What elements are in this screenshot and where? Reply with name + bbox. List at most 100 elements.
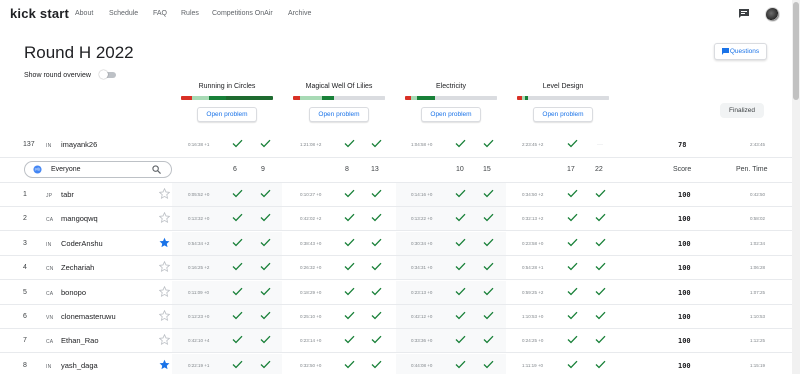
check-icon [595, 213, 606, 222]
star-icon[interactable] [159, 237, 170, 248]
my-row: 137 IN imayank26 0:16:38 +1 1:21:08 +2 1:04:5… [0, 133, 792, 157]
rank: 137 [23, 141, 35, 148]
solve-time: 0:23:13 +0 [411, 290, 433, 295]
check-icon [232, 213, 243, 222]
country-code: CA [46, 291, 54, 297]
star-icon[interactable] [158, 260, 171, 272]
solve-time: 0:25:10 +0 [300, 314, 322, 319]
country-code: CN [46, 266, 54, 272]
username[interactable]: yash_daga [61, 361, 98, 370]
stats-bar-segment [300, 96, 323, 100]
points-header: 15 [483, 166, 491, 173]
score: 100 [678, 215, 691, 223]
check-icon [483, 213, 494, 222]
rank: 4 [23, 264, 27, 271]
chat-icon[interactable] [739, 9, 749, 18]
penalty-time: 1:15:19 [749, 363, 765, 368]
solve-time: 0:24:25 +0 [522, 338, 544, 343]
scroll-thumb[interactable] [793, 2, 799, 100]
nav-faq[interactable]: FAQ [153, 10, 167, 17]
problem-stats-bar [405, 96, 497, 100]
check-icon [344, 360, 355, 369]
participant-filter[interactable]: Everyone [24, 161, 172, 178]
open-problem-button[interactable]: Open problem [197, 107, 257, 122]
solve-time: 0:13:32 +0 [188, 216, 210, 221]
star-icon[interactable] [159, 359, 170, 370]
solve-time: 0:16:38 +1 [188, 142, 210, 147]
check-icon [344, 335, 355, 344]
check-icon [483, 335, 494, 344]
score: 100 [678, 240, 691, 248]
problem-stats-bar [293, 96, 385, 100]
username[interactable]: Zechariah [61, 263, 94, 272]
username[interactable]: imayank26 [61, 140, 97, 149]
solve-time: 0:22:19 +1 [188, 363, 210, 368]
star-icon[interactable] [158, 211, 171, 223]
solve-time: 0:05:52 +0 [188, 192, 210, 197]
brand-logo[interactable]: kick start [10, 6, 69, 21]
problem-name: Level Design [542, 83, 584, 90]
problem-card: Magical Well Of Lilies Open problem [293, 80, 385, 126]
star-icon[interactable] [158, 285, 171, 297]
rank: 1 [23, 191, 27, 198]
score-header: Score [673, 166, 692, 173]
username[interactable]: clonemasteruwu [61, 312, 116, 321]
stats-bar-segment [528, 96, 609, 100]
stats-bar-segment [181, 96, 193, 100]
solve-time: 1:11:19 +0 [522, 363, 544, 368]
avatar[interactable] [765, 7, 780, 22]
solve-time: 0:10:27 +0 [300, 192, 322, 197]
page-scrollbar[interactable] [792, 0, 800, 374]
check-icon [595, 238, 606, 247]
solve-time: 0:12:23 +0 [188, 314, 210, 319]
star-icon[interactable] [158, 187, 171, 199]
nav-rules[interactable]: Rules [181, 10, 199, 17]
solve-time: 0:23:58 +0 [522, 241, 544, 246]
stats-bar-segment [208, 96, 227, 100]
check-icon [344, 287, 355, 296]
nav-about[interactable]: About [75, 10, 93, 17]
check-icon [595, 262, 606, 271]
points-header: 6 [233, 166, 237, 173]
check-icon [344, 189, 355, 198]
username[interactable]: Ethan_Rao [61, 336, 99, 345]
check-icon [371, 360, 382, 369]
scoreboard-row: 6 VN clonemasteruwu 0:12:23 +0 0:25:10 +0 0:4… [0, 305, 792, 329]
check-icon [371, 139, 382, 148]
star-icon[interactable] [158, 309, 171, 321]
overview-label: Show round overview [24, 72, 91, 79]
score: 100 [678, 313, 691, 321]
check-icon [344, 213, 355, 222]
username[interactable]: mangoqwq [61, 214, 98, 223]
rank: 8 [23, 362, 27, 369]
points-header: 10 [456, 166, 464, 173]
check-icon [455, 189, 466, 198]
nav-competitions-onair[interactable]: Competitions OnAir [212, 10, 273, 17]
open-problem-button[interactable]: Open problem [421, 107, 481, 122]
problem-stats-bar [517, 96, 609, 100]
username[interactable]: CoderAnshu [61, 239, 103, 248]
search-icon[interactable] [152, 165, 161, 174]
questions-button[interactable]: Questions [714, 43, 767, 60]
star-icon[interactable] [158, 333, 171, 345]
stats-bar-segment [322, 96, 335, 100]
overview-toggle[interactable] [99, 70, 117, 79]
rank: 6 [23, 313, 27, 320]
check-icon [260, 335, 271, 344]
scoreboard-row: 5 CA bonopo 0:11:09 +0 0:18:29 +0 0:23:13 +0 0… [0, 281, 792, 305]
check-icon [260, 139, 271, 148]
check-icon [483, 262, 494, 271]
open-problem-button[interactable]: Open problem [309, 107, 369, 122]
nav-archive[interactable]: Archive [288, 10, 311, 17]
check-icon [483, 311, 494, 320]
solve-time: 0:34:50 +2 [522, 192, 544, 197]
check-icon [371, 213, 382, 222]
points-header: 22 [595, 166, 603, 173]
username[interactable]: tabr [61, 190, 74, 199]
country-code: CA [46, 339, 54, 345]
username[interactable]: bonopo [61, 288, 86, 297]
nav-schedule[interactable]: Schedule [109, 10, 138, 17]
open-problem-button[interactable]: Open problem [533, 107, 593, 122]
problem-name: Magical Well Of Lilies [305, 83, 373, 90]
solve-time: 0:26:32 +0 [300, 265, 322, 270]
